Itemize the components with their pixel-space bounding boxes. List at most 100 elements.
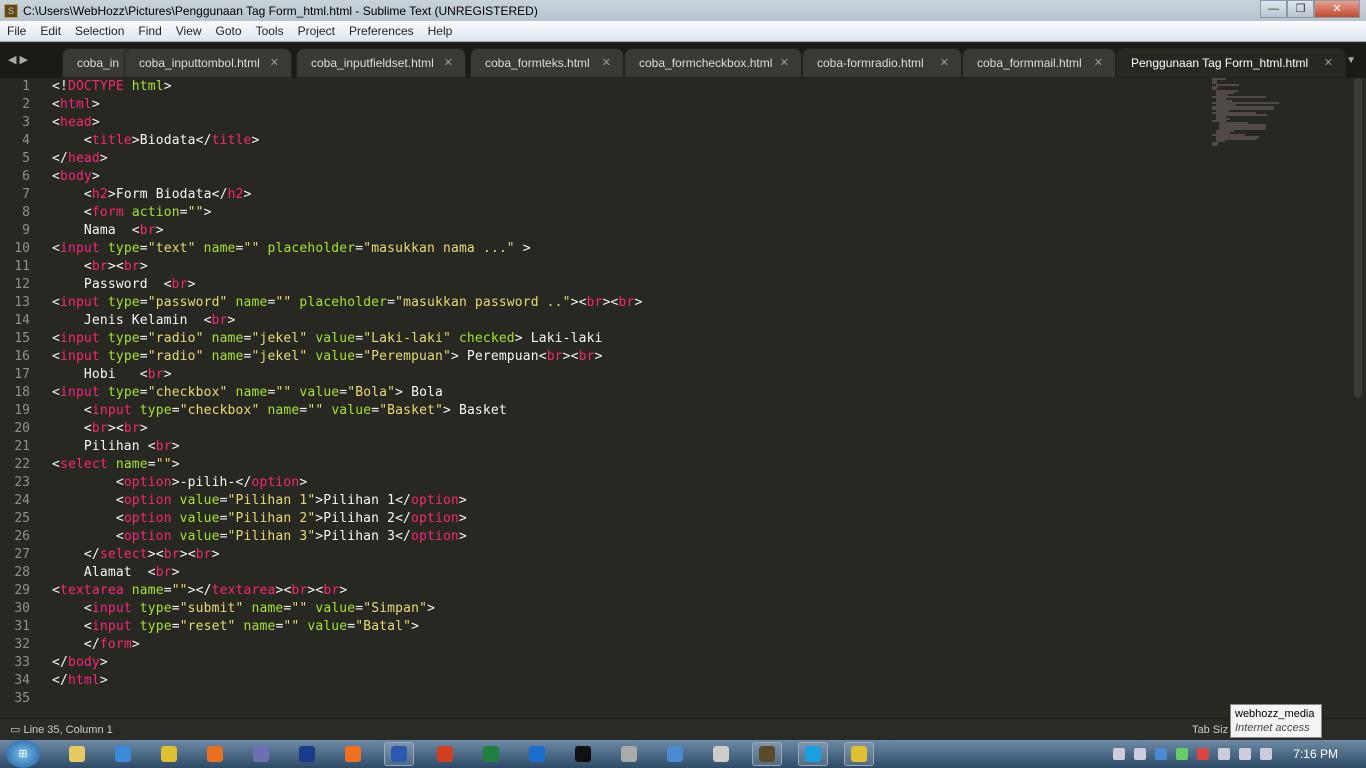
code-line[interactable]: <option>-pilih-</option>	[52, 474, 642, 492]
code-line[interactable]: </body>	[52, 654, 642, 672]
tab-size-indicator[interactable]: Tab Siz	[1192, 719, 1228, 741]
minimize-button[interactable]: —	[1260, 0, 1287, 18]
taskbar-unity[interactable]	[706, 742, 736, 766]
taskbar-firefox[interactable]	[200, 742, 230, 766]
taskbar-keyboard[interactable]	[660, 742, 690, 766]
menu-find[interactable]: Find	[131, 24, 168, 38]
code-area[interactable]: <!DOCTYPE html> <html> <head> <title>Bioda…	[52, 78, 642, 708]
code-line[interactable]: </select><br><br>	[52, 546, 642, 564]
code-line[interactable]: <input type="radio" name="jekel" value="…	[52, 330, 642, 348]
close-tab-icon[interactable]: ✕	[444, 49, 453, 77]
tab-3[interactable]: coba_formteks.html ✕	[470, 48, 624, 78]
code-token: head	[67, 151, 100, 166]
code-line[interactable]: Alamat <br>	[52, 564, 642, 582]
vertical-scrollbar[interactable]	[1354, 78, 1362, 398]
taskbar-explorer[interactable]	[62, 742, 92, 766]
close-tab-icon[interactable]: ✕	[780, 49, 789, 77]
code-line[interactable]: Jenis Kelamin <br>	[52, 312, 642, 330]
code-line[interactable]: <input type="password" name="" placehold…	[52, 294, 642, 312]
menu-goto[interactable]: Goto	[209, 24, 249, 38]
close-tab-icon[interactable]: ✕	[940, 49, 949, 77]
code-line[interactable]: <input type="submit" name="" value="Simp…	[52, 600, 642, 618]
clock[interactable]: 7:16 PM	[1293, 747, 1338, 761]
menu-edit[interactable]: Edit	[33, 24, 68, 38]
code-line[interactable]: Pilihan <br>	[52, 438, 642, 456]
taskbar-internet-explorer[interactable]	[108, 742, 138, 766]
menu-tools[interactable]: Tools	[249, 24, 291, 38]
code-line[interactable]: <br><br>	[52, 258, 642, 276]
code-line[interactable]: <h2>Form Biodata</h2>	[52, 186, 642, 204]
menu-project[interactable]: Project	[291, 24, 342, 38]
code-line[interactable]: <html>	[52, 96, 642, 114]
taskbar-settings[interactable]	[614, 742, 644, 766]
taskbar-sublime-text[interactable]	[752, 742, 782, 766]
taskbar-excel[interactable]	[476, 742, 506, 766]
minimap[interactable]	[1212, 78, 1292, 148]
tab-nav-arrows-icon[interactable]: ◀ ▶	[8, 53, 28, 66]
menu-help[interactable]: Help	[421, 24, 460, 38]
code-line[interactable]: <body>	[52, 168, 642, 186]
code-line[interactable]: <head>	[52, 114, 642, 132]
close-tab-icon[interactable]: ✕	[1324, 49, 1333, 77]
menu-preferences[interactable]: Preferences	[342, 24, 421, 38]
close-tab-icon[interactable]: ✕	[602, 49, 611, 77]
code-line[interactable]: <input type="text" name="" placeholder="…	[52, 240, 642, 258]
tray-icon[interactable]	[1134, 748, 1147, 760]
tab-4[interactable]: coba_formcheckbox.html ✕	[624, 48, 802, 78]
tab-2[interactable]: coba_inputfieldset.html ✕	[296, 48, 466, 78]
minimap-line	[1212, 144, 1219, 146]
code-line[interactable]: <input type="radio" name="jekel" value="…	[52, 348, 642, 366]
power-icon[interactable]	[1218, 748, 1231, 760]
tab-5[interactable]: coba-formradio.html ✕	[802, 48, 962, 78]
taskbar-php[interactable]	[246, 742, 276, 766]
code-line[interactable]: </html>	[52, 672, 642, 690]
code-line[interactable]: <select name="">	[52, 456, 642, 474]
menu-view[interactable]: View	[169, 24, 209, 38]
tray-icon[interactable]	[1113, 748, 1126, 760]
tab-list-dropdown-icon[interactable]: ▼	[1346, 55, 1356, 66]
menu-file[interactable]: File	[0, 24, 33, 38]
action-center-icon[interactable]	[1197, 748, 1210, 760]
code-line[interactable]: </head>	[52, 150, 642, 168]
code-line[interactable]: </form>	[52, 636, 642, 654]
code-line[interactable]: <input type="reset" name="" value="Batal…	[52, 618, 642, 636]
volume-icon[interactable]	[1260, 748, 1273, 760]
tab-6[interactable]: coba_formmail.html ✕	[962, 48, 1116, 78]
taskbar-chrome[interactable]	[844, 742, 874, 766]
close-tab-icon[interactable]: ✕	[270, 49, 279, 77]
code-line[interactable]: <option value="Pilihan 3">Pilihan 3</opt…	[52, 528, 642, 546]
tab-7[interactable]: Penggunaan Tag Form_html.html ✕	[1116, 48, 1346, 78]
code-editor[interactable]: 1 2 3 4 5 6 7 8 9 10 11 12 13 14 15 16 17 18 19 20 21 22 23 24 2…	[0, 78, 1366, 718]
code-line[interactable]	[52, 690, 642, 708]
code-line[interactable]: <option value="Pilihan 1">Pilihan 1</opt…	[52, 492, 642, 510]
code-line[interactable]: <br><br>	[52, 420, 642, 438]
code-line[interactable]: <input type="checkbox" name="" value="Ba…	[52, 402, 642, 420]
tray-icon[interactable]	[1176, 748, 1189, 760]
code-line[interactable]: <input type="checkbox" name="" value="Bo…	[52, 384, 642, 402]
network-signal-icon[interactable]	[1239, 748, 1252, 760]
taskbar-skype[interactable]	[798, 742, 828, 766]
menu-selection[interactable]: Selection	[68, 24, 131, 38]
taskbar-xampp[interactable]	[338, 742, 368, 766]
code-line[interactable]: <textarea name=""></textarea><br><br>	[52, 582, 642, 600]
taskbar-photoshop[interactable]	[292, 742, 322, 766]
taskbar-cmd[interactable]	[568, 742, 598, 766]
restore-button[interactable]: ❐	[1287, 0, 1314, 18]
start-button[interactable]: ⊞	[6, 740, 40, 768]
code-token: <!	[52, 79, 68, 94]
code-line[interactable]: Hobi <br>	[52, 366, 642, 384]
code-line[interactable]: <title>Biodata</title>	[52, 132, 642, 150]
code-line[interactable]: <!DOCTYPE html>	[52, 78, 642, 96]
taskbar-teamviewer[interactable]	[522, 742, 552, 766]
code-line[interactable]: <option value="Pilihan 2">Pilihan 2</opt…	[52, 510, 642, 528]
code-line[interactable]: Password <br>	[52, 276, 642, 294]
bluetooth-icon[interactable]	[1155, 748, 1168, 760]
close-tab-icon[interactable]: ✕	[1094, 49, 1103, 77]
close-button[interactable]: ✕	[1314, 0, 1360, 18]
code-line[interactable]: Nama <br>	[52, 222, 642, 240]
taskbar-chrome[interactable]	[154, 742, 184, 766]
tab-1[interactable]: coba_inputtombol.html ✕	[124, 48, 292, 78]
taskbar-powerpoint[interactable]	[430, 742, 460, 766]
code-line[interactable]: <form action="">	[52, 204, 642, 222]
taskbar-word[interactable]	[384, 742, 414, 766]
